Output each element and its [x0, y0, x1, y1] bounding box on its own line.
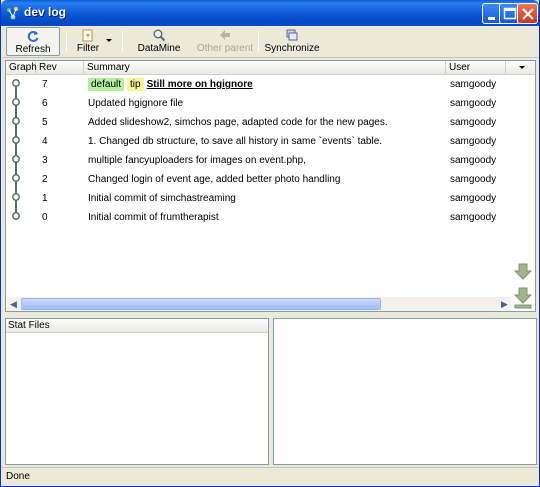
close-icon	[522, 8, 534, 20]
table-row[interactable]: 2 Changed login of event age, added bett…	[6, 170, 506, 189]
status-bar: Done	[2, 467, 538, 485]
close-button[interactable]	[517, 3, 538, 24]
toolbar-separator	[122, 31, 123, 51]
magnifier-icon	[153, 29, 166, 42]
stat-files-header[interactable]: Stat Files	[6, 319, 268, 333]
datamine-label: DataMine	[137, 43, 181, 54]
revision-header: Graph Rev Summary User	[6, 61, 535, 75]
summary-text: Added slideshow2, simchos page, adapted …	[88, 117, 388, 128]
datamine-button[interactable]: DataMine	[131, 27, 187, 56]
user-cell: samgoody	[450, 212, 497, 223]
user-cell: samgoody	[450, 117, 497, 128]
filter-label: Filter	[76, 43, 100, 54]
summary-text: Changed login of event age, added better…	[88, 174, 341, 185]
refresh-button[interactable]: Refresh	[6, 27, 60, 56]
refresh-label: Refresh	[15, 44, 51, 55]
filter-button[interactable]: Filter	[70, 27, 106, 56]
other-parent-button[interactable]: Other parent	[195, 27, 255, 56]
toolbar: Refresh Filter DataMine Other parent Syn…	[2, 26, 538, 58]
scroll-left-button[interactable]: ◀	[7, 298, 20, 310]
summary-text: multiple fancyuploaders for images on ev…	[88, 155, 306, 166]
rev-number: 5	[42, 117, 48, 128]
table-row[interactable]: 5 Added slideshow2, simchos page, adapte…	[6, 113, 506, 132]
summary-cell: default tip Still more on hgignore	[88, 78, 253, 92]
synchronize-label: Synchronize	[264, 43, 320, 54]
table-row[interactable]: 3 multiple fancyuploaders for images on …	[6, 151, 506, 170]
title-bar[interactable]: dev log	[1, 0, 539, 26]
toolbar-separator	[66, 31, 67, 51]
user-cell: samgoody	[450, 79, 497, 90]
stat-files-pane: Stat Files	[5, 318, 269, 465]
rev-number: 2	[42, 174, 48, 185]
column-header-graph[interactable]: Graph	[6, 61, 37, 75]
other-parent-label: Other parent	[196, 43, 254, 54]
column-header-rev[interactable]: Rev	[36, 61, 84, 75]
column-chooser-button[interactable]	[507, 61, 535, 75]
back-arrow-icon	[220, 30, 230, 40]
column-header-summary[interactable]: Summary	[84, 61, 446, 75]
user-cell: samgoody	[450, 155, 497, 166]
toolbar-separator	[258, 31, 259, 51]
rev-number: 4	[42, 136, 48, 147]
status-text: Done	[6, 471, 30, 482]
summary-text: Initial commit of simchastreaming	[88, 193, 236, 204]
column-header-user[interactable]: User	[446, 61, 506, 75]
rev-number: 7	[42, 79, 48, 90]
chevron-down-icon	[106, 39, 112, 42]
rev-number: 6	[42, 98, 48, 109]
main-window: dev log Refresh Filter DataMine Other pa…	[0, 0, 540, 487]
summary-text: 1. Changed db structure, to save all his…	[88, 136, 383, 147]
user-cell: samgoody	[450, 136, 497, 147]
window-title: dev log	[24, 5, 67, 19]
refresh-icon	[27, 31, 39, 42]
filter-dropdown-button[interactable]	[103, 27, 115, 56]
table-row[interactable]: 4 1. Changed db structure, to save all h…	[6, 132, 506, 151]
horizontal-scrollbar[interactable]: ◀ ▶	[7, 297, 511, 311]
branch-tag: default	[88, 78, 125, 91]
user-cell: samgoody	[450, 193, 497, 204]
filter-icon	[82, 29, 93, 42]
summary-text: Still more on hgignore	[146, 79, 253, 90]
synchronize-icon	[286, 29, 298, 41]
table-row[interactable]: 1 Initial commit of simchastreaming samg…	[6, 189, 506, 208]
load-all-button[interactable]	[512, 286, 534, 310]
scrollbar-thumb[interactable]	[21, 298, 381, 310]
tip-tag: tip	[127, 78, 144, 91]
rev-number: 3	[42, 155, 48, 166]
user-cell: samgoody	[450, 98, 497, 109]
revision-panel: Graph Rev Summary User 7 default tip Sti…	[5, 60, 536, 312]
table-row[interactable]: 7 default tip Still more on hgignore samgo…	[6, 75, 506, 94]
rev-number: 1	[42, 193, 48, 204]
diff-pane	[273, 318, 537, 465]
chevron-down-icon	[519, 66, 525, 69]
summary-text: Updated hgignore file	[88, 98, 184, 109]
scroll-right-button[interactable]: ▶	[498, 298, 511, 310]
user-cell: samgoody	[450, 174, 497, 185]
side-arrows	[512, 261, 534, 311]
table-row[interactable]: 0 Initial commit of frumtherapist samgoo…	[6, 208, 506, 227]
app-icon	[7, 7, 18, 20]
rev-number: 0	[42, 212, 48, 223]
table-row[interactable]: 6 Updated hgignore file samgoody	[6, 94, 506, 113]
load-next-button[interactable]	[512, 261, 534, 283]
summary-text: Initial commit of frumtherapist	[88, 212, 219, 223]
synchronize-button[interactable]: Synchronize	[264, 27, 320, 56]
